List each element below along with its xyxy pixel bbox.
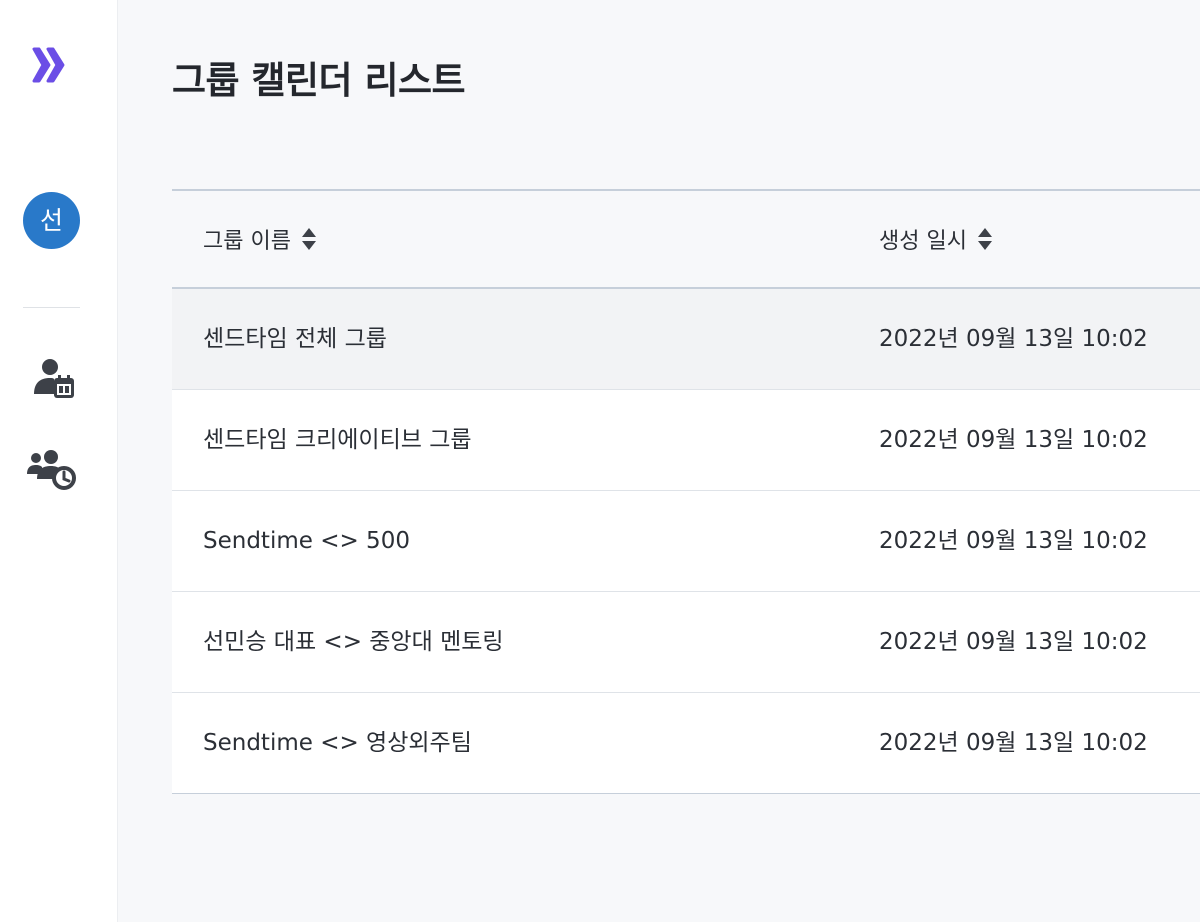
group-clock-icon[interactable] [26,448,78,494]
column-header-label: 생성 일시 [879,229,967,254]
page-title: 그룹 캘린더 리스트 [172,59,466,102]
sidebar-divider [23,307,80,308]
group-calendar-table: 그룹 이름 생성 일시 센드타임 전체 그룹 2022년 09월 13일 10:… [172,189,1200,794]
column-header-label: 그룹 이름 [203,229,291,254]
group-name-cell: 센드타임 전체 그룹 [203,326,387,352]
table-row[interactable]: 센드타임 전체 그룹 2022년 09월 13일 10:02 [172,289,1200,390]
group-name-cell: 선민승 대표 <> 중앙대 멘토링 [203,629,504,655]
group-name-cell: 센드타임 크리에이티브 그룹 [203,427,472,453]
created-at-cell: 2022년 09월 13일 10:02 [879,427,1148,453]
user-calendar-icon[interactable] [26,356,78,402]
table-row[interactable]: 센드타임 크리에이티브 그룹 2022년 09월 13일 10:02 [172,390,1200,491]
table-row[interactable]: Sendtime <> 500 2022년 09월 13일 10:02 [172,491,1200,592]
column-header-group-name[interactable]: 그룹 이름 [203,191,317,287]
sort-icon [301,228,316,250]
sort-icon [977,228,992,250]
created-at-cell: 2022년 09월 13일 10:02 [879,326,1148,352]
created-at-cell: 2022년 09월 13일 10:02 [879,730,1148,756]
sidebar: 선 [0,0,118,922]
avatar[interactable]: 선 [23,192,80,249]
created-at-cell: 2022년 09월 13일 10:02 [879,629,1148,655]
table-row[interactable]: 선민승 대표 <> 중앙대 멘토링 2022년 09월 13일 10:02 [172,592,1200,693]
created-at-cell: 2022년 09월 13일 10:02 [879,528,1148,554]
column-header-created-at[interactable]: 생성 일시 [879,191,993,287]
group-name-cell: Sendtime <> 영상외주팀 [203,730,472,756]
logo-chevrons-icon[interactable] [30,44,72,86]
group-name-cell: Sendtime <> 500 [203,528,410,554]
table-header: 그룹 이름 생성 일시 [172,191,1200,289]
table-row[interactable]: Sendtime <> 영상외주팀 2022년 09월 13일 10:02 [172,693,1200,794]
